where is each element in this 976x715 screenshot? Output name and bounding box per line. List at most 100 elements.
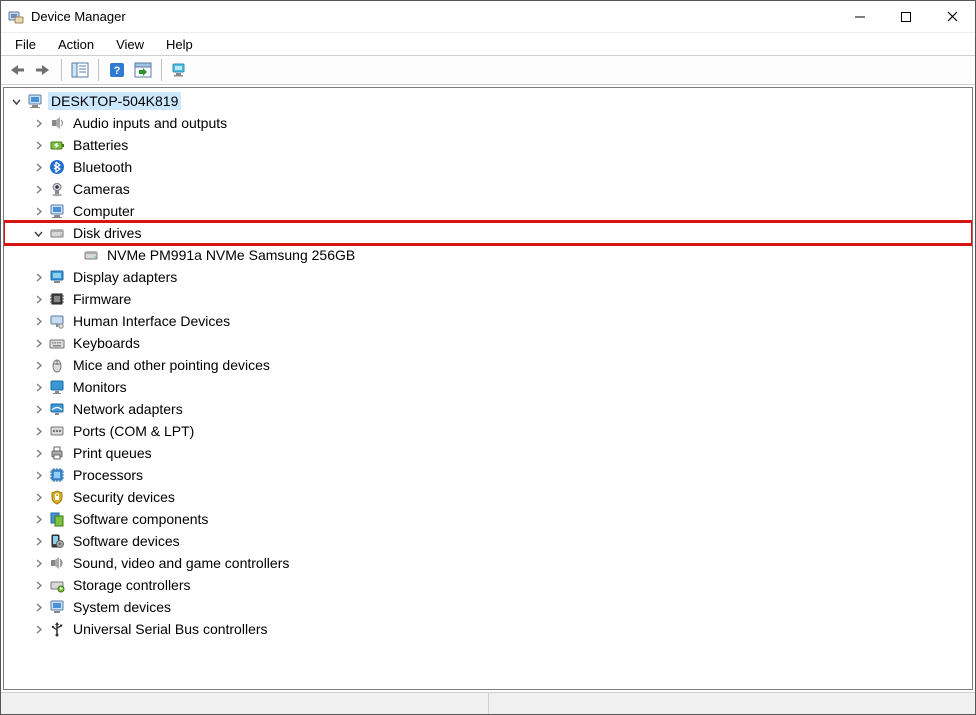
category-keyboards[interactable]: Keyboards [4,332,972,354]
category-cameras[interactable]: Cameras [4,178,972,200]
category-label: Storage controllers [70,576,194,594]
category-network[interactable]: Network adapters [4,398,972,420]
category-system[interactable]: System devices [4,596,972,618]
menu-help[interactable]: Help [156,35,203,54]
expand-icon[interactable] [30,291,46,307]
expand-icon[interactable] [30,621,46,637]
softcomp-icon [48,510,66,528]
toolbar-separator [98,59,99,81]
cpu-icon [48,466,66,484]
category-ports[interactable]: Ports (COM & LPT) [4,420,972,442]
category-firmware[interactable]: Firmware [4,288,972,310]
security-icon [48,488,66,506]
expand-icon[interactable] [30,445,46,461]
expand-icon[interactable] [30,357,46,373]
category-label: Human Interface Devices [70,312,233,330]
system-icon [48,598,66,616]
monitor-icon [48,378,66,396]
category-mice[interactable]: Mice and other pointing devices [4,354,972,376]
show-hide-tree-button[interactable] [68,58,92,82]
expand-icon[interactable] [30,533,46,549]
back-button[interactable] [5,58,29,82]
softdev-icon [48,532,66,550]
category-batteries[interactable]: Batteries [4,134,972,156]
category-label: Universal Serial Bus controllers [70,620,271,638]
category-computer[interactable]: Computer [4,200,972,222]
expand-icon[interactable] [30,181,46,197]
category-sound[interactable]: Sound, video and game controllers [4,552,972,574]
category-label: Monitors [70,378,130,396]
status-cell [1,693,489,714]
port-icon [48,422,66,440]
close-button[interactable] [929,1,975,32]
menu-action[interactable]: Action [48,35,104,54]
app-icon [7,8,25,26]
minimize-button[interactable] [837,1,883,32]
category-label: Sound, video and game controllers [70,554,292,572]
expand-icon[interactable] [30,511,46,527]
device-tree: DESKTOP-504K819 Audio inputs and outputs… [4,88,972,642]
network-icon [48,400,66,418]
storage-icon [48,576,66,594]
expand-icon[interactable] [30,335,46,351]
category-bluetooth[interactable]: Bluetooth [4,156,972,178]
expand-icon[interactable] [30,269,46,285]
category-label: Software devices [70,532,183,550]
usb-icon [48,620,66,638]
expand-icon[interactable] [30,489,46,505]
toolbar: ? [1,55,975,85]
help-button[interactable]: ? [105,58,129,82]
maximize-button[interactable] [883,1,929,32]
tree-root-label: DESKTOP-504K819 [48,92,181,110]
expand-icon[interactable] [30,137,46,153]
expand-icon[interactable] [30,115,46,131]
scan-hardware-button[interactable] [131,58,155,82]
category-softdev[interactable]: Software devices [4,530,972,552]
tree-root[interactable]: DESKTOP-504K819 [4,90,972,112]
devices-and-printers-button[interactable] [168,58,192,82]
expand-icon[interactable] [30,203,46,219]
category-monitors[interactable]: Monitors [4,376,972,398]
category-diskdrives[interactable]: Disk drives [4,222,972,244]
category-storage[interactable]: Storage controllers [4,574,972,596]
menu-file[interactable]: File [5,35,46,54]
category-label: Security devices [70,488,178,506]
category-usb[interactable]: Universal Serial Bus controllers [4,618,972,640]
statusbar [1,692,975,714]
category-label: Bluetooth [70,158,135,176]
expand-icon[interactable] [30,379,46,395]
category-printq[interactable]: Print queues [4,442,972,464]
status-cell [489,693,976,714]
forward-button[interactable] [31,58,55,82]
collapse-icon[interactable] [30,225,46,241]
computer-icon [48,202,66,220]
expand-icon[interactable] [30,555,46,571]
category-label: Computer [70,202,137,220]
disk-icon [48,224,66,242]
category-hid[interactable]: Human Interface Devices [4,310,972,332]
toolbar-separator [61,59,62,81]
category-label: Audio inputs and outputs [70,114,230,132]
expand-icon[interactable] [30,577,46,593]
speaker-icon [48,114,66,132]
device-tree-panel[interactable]: DESKTOP-504K819 Audio inputs and outputs… [3,87,973,690]
category-softcomp[interactable]: Software components [4,508,972,530]
category-label: Disk drives [70,224,144,242]
category-security[interactable]: Security devices [4,486,972,508]
category-label: Ports (COM & LPT) [70,422,197,440]
category-audio[interactable]: Audio inputs and outputs [4,112,972,134]
menubar: File Action View Help [1,33,975,55]
collapse-icon[interactable] [8,93,24,109]
window-title: Device Manager [31,9,126,24]
menu-view[interactable]: View [106,35,154,54]
category-processors[interactable]: Processors [4,464,972,486]
category-display[interactable]: Display adapters [4,266,972,288]
expand-icon[interactable] [30,401,46,417]
expand-icon[interactable] [30,467,46,483]
expand-icon[interactable] [30,313,46,329]
expand-icon[interactable] [30,159,46,175]
expand-icon[interactable] [30,599,46,615]
device-nvme[interactable]: NVMe PM991a NVMe Samsung 256GB [4,244,972,266]
expand-icon[interactable] [30,423,46,439]
category-label: Mice and other pointing devices [70,356,273,374]
